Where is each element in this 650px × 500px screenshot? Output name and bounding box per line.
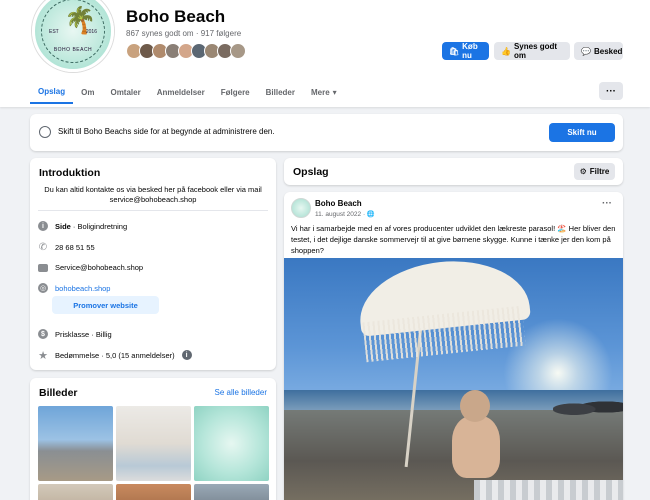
post-author[interactable]: Boho Beach: [315, 199, 362, 208]
photo-thumbnail[interactable]: [38, 484, 113, 500]
posts-header: Opslag ⚙ Filtre: [284, 158, 623, 185]
public-globe-icon: 🌐: [366, 211, 376, 218]
photo-thumbnail[interactable]: [38, 406, 113, 481]
tab-more-label: Mere: [310, 87, 330, 97]
like-button[interactable]: 👍 Synes godt om: [494, 42, 570, 60]
page-category: · Boligindretning: [70, 221, 128, 231]
price-tag-icon: $: [38, 329, 48, 339]
buy-now-label: Køb nu: [462, 42, 478, 60]
switch-now-button[interactable]: Skift nu: [549, 123, 615, 142]
filter-label: Filtre: [589, 167, 610, 176]
caret-down-icon: ▾: [332, 87, 337, 97]
star-icon: ★: [38, 349, 48, 362]
shopping-bag-icon: 🛍: [449, 46, 460, 56]
logo-est: EST: [49, 29, 59, 35]
photo-thumbnail[interactable]: [116, 484, 191, 500]
intro-price: $ Prisklasse · Billig: [38, 329, 112, 339]
child-head: [460, 390, 490, 422]
avatar[interactable]: [291, 198, 311, 218]
tab-posts[interactable]: Opslag: [30, 80, 74, 104]
logo-brand: BOHO BEACH: [53, 47, 93, 53]
info-icon[interactable]: i: [181, 350, 192, 360]
post-date[interactable]: 11. august 2022 · 🌐: [315, 210, 375, 218]
website-link[interactable]: bohobeach.shop: [55, 284, 110, 293]
phone-icon: ✆: [38, 241, 48, 253]
tab-followers[interactable]: Følgere: [213, 80, 258, 104]
child-body: [452, 416, 500, 478]
child-figure: [450, 390, 502, 480]
tab-photos[interactable]: Billeder: [258, 80, 303, 104]
post-card: Boho Beach 11. august 2022 · 🌐 ··· Vi ha…: [284, 192, 623, 500]
rocks: [553, 396, 623, 418]
intro-website[interactable]: ◎ bohobeach.shop: [38, 283, 110, 293]
tab-mentions[interactable]: Omtaler: [102, 80, 148, 104]
page-label: Side: [55, 221, 71, 231]
photo-thumbnail[interactable]: [194, 484, 269, 500]
follower-avatars[interactable]: [126, 43, 246, 59]
photo-thumbnail[interactable]: [194, 406, 269, 481]
see-all-photos-link[interactable]: Se alle billeder: [215, 388, 267, 397]
filter-button[interactable]: ⚙ Filtre: [574, 163, 615, 180]
intro-page-category: i Side · Boligindretning: [38, 221, 127, 231]
avatar[interactable]: [230, 43, 246, 59]
buy-now-button[interactable]: 🛍 Køb nu: [442, 42, 489, 60]
promote-website-button[interactable]: Promover website: [52, 296, 159, 314]
message-label: Besked: [593, 46, 623, 56]
page-header: 🌴 EST 2016 BOHO BEACH Boho Beach 867 syn…: [0, 0, 650, 107]
message-button[interactable]: 💬 Besked: [574, 42, 623, 60]
photos-title: Billeder: [39, 387, 78, 399]
post-text: Vi har i samarbejde med en af vores prod…: [291, 224, 616, 255]
post-date-text: 11. august 2022 ·: [315, 211, 367, 218]
intro-phone[interactable]: ✆ 28 68 51 55: [38, 241, 95, 253]
info-icon: i: [38, 221, 48, 231]
switch-banner-text: Skift til Boho Beachs side for at begynd…: [58, 127, 275, 136]
switch-profile-banner: Skift til Boho Beachs side for at begynd…: [30, 114, 623, 151]
tab-more[interactable]: Mere ▾: [303, 80, 345, 104]
towel: [474, 480, 623, 500]
intro-email[interactable]: Service@bohobeach.shop: [38, 263, 143, 272]
thumbs-up-icon: 👍: [501, 46, 511, 56]
post-menu-button[interactable]: ···: [602, 198, 612, 209]
intro-rating: ★ Bedømmelse · 5,0 (15 anmeldelser) i: [38, 349, 192, 362]
rating-text: Bedømmelse · 5,0 (15 anmeldelser): [55, 350, 175, 360]
globe-icon: ◎: [38, 283, 48, 293]
intro-description: Du kan altid kontakte os via besked her …: [44, 185, 262, 204]
like-label: Synes godt om: [513, 42, 558, 60]
mail-icon: [38, 263, 48, 272]
page-logo[interactable]: 🌴 EST 2016 BOHO BEACH: [32, 0, 114, 72]
email-address: Service@bohobeach.shop: [55, 263, 144, 272]
more-options-button[interactable]: ···: [599, 82, 623, 100]
tab-reviews[interactable]: Anmeldelser: [149, 80, 213, 104]
intro-title: Introduktion: [39, 167, 101, 179]
sliders-icon: ⚙: [579, 167, 587, 176]
page-category-text: Side · Boligindretning: [55, 222, 127, 231]
price-range: Prisklasse · Billig: [55, 329, 112, 339]
page-title[interactable]: Boho Beach: [126, 7, 225, 27]
profile-switch-icon: [39, 126, 51, 138]
post-image[interactable]: [284, 258, 623, 500]
logo-year: 2016: [85, 29, 97, 35]
photos-card: Billeder Se alle billeder: [30, 378, 276, 500]
photo-thumbnail[interactable]: [116, 406, 191, 481]
messenger-icon: 💬: [581, 46, 591, 56]
posts-title: Opslag: [293, 166, 329, 178]
tab-about[interactable]: Om: [73, 80, 102, 104]
page-stats[interactable]: 867 synes godt om · 917 følgere: [126, 29, 241, 38]
phone-number: 28 68 51 55: [55, 242, 95, 252]
divider: [38, 210, 268, 211]
page-tabs: Opslag Om Omtaler Anmeldelser Følgere Bi…: [30, 80, 345, 104]
intro-card: Introduktion Du kan altid kontakte os vi…: [30, 158, 276, 370]
